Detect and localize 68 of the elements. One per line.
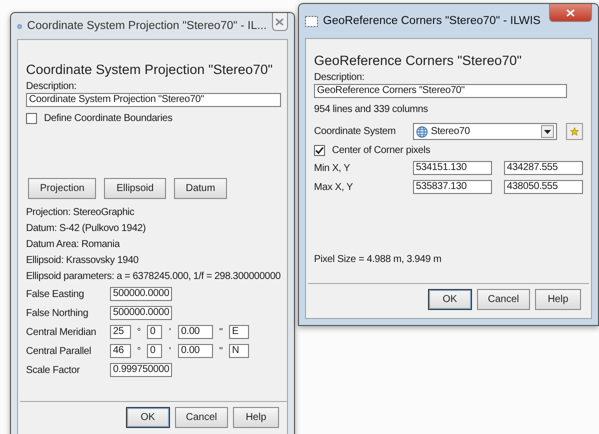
field-label: Description: xyxy=(314,72,366,83)
number-field[interactable]: 0.00 xyxy=(178,344,213,358)
ok-button[interactable]: OK xyxy=(126,407,170,428)
coordinate-field[interactable]: 438050.555 xyxy=(504,180,583,194)
window-title: Coordinate System Projection "Stereo70" - IL... xyxy=(27,20,267,32)
checkbox[interactable] xyxy=(314,145,325,156)
dropdown-button[interactable] xyxy=(541,125,554,138)
field-label: Central Meridian xyxy=(26,326,98,338)
projection-button[interactable]: Projection xyxy=(28,178,96,199)
caret-icon xyxy=(544,130,552,134)
coordinate-system-dropdown[interactable]: Stereo70 xyxy=(412,123,558,140)
checkbox-label: Center of Corner pixels xyxy=(332,145,430,156)
number-field[interactable]: 0 xyxy=(147,325,162,339)
close-button[interactable] xyxy=(272,13,288,31)
ok-button[interactable]: OK xyxy=(428,289,472,310)
field-label: Max X, Y xyxy=(314,182,354,192)
ellipsoid-button[interactable]: Ellipsoid xyxy=(104,178,166,199)
info-text: 954 lines and 339 columns xyxy=(314,104,429,115)
number-field[interactable]: 0 xyxy=(147,344,162,358)
field-label: Min X, Y xyxy=(314,162,352,174)
close-button[interactable] xyxy=(549,4,592,22)
info-text: Projection: StereoGraphic xyxy=(26,207,136,218)
unit-symbol: " xyxy=(218,346,224,356)
number-field[interactable]: 500000.0000 xyxy=(110,287,172,301)
number-field[interactable]: 500000.0000 xyxy=(110,306,172,320)
description-field[interactable]: GeoReference Corners "Stereo70" xyxy=(314,84,567,98)
close-icon xyxy=(275,18,284,26)
info-text: Ellipsoid parameters: a = 6378245.000, 1/f = 298.300000000 xyxy=(26,271,281,282)
checkbox-label: Define Coordinate Boundaries xyxy=(44,113,172,124)
info-text: Datum: S-42 (Pulkovo 1942) xyxy=(26,223,147,234)
field-label: Central Parallel xyxy=(26,346,92,356)
unit-symbol: ° xyxy=(136,346,142,356)
help-button[interactable]: Help xyxy=(233,407,279,428)
unit-symbol: ' xyxy=(168,326,172,338)
number-field[interactable]: 46 xyxy=(110,344,131,358)
coordinate-field[interactable]: 534151.130 xyxy=(412,161,492,175)
number-field[interactable]: N xyxy=(229,344,249,358)
unit-symbol: ° xyxy=(136,326,142,338)
dialog-heading: Coordinate System Projection "Stereo70" xyxy=(26,62,274,77)
window-icon xyxy=(305,16,318,26)
window-title: GeoReference Corners "Stereo70" - ILWIS xyxy=(323,15,542,27)
info-text: Pixel Size = 4.988 m, 3.949 m xyxy=(314,254,442,265)
datum-button[interactable]: Datum xyxy=(174,178,228,199)
unit-symbol: ' xyxy=(168,346,172,356)
close-icon xyxy=(566,8,575,16)
field-label: Scale Factor xyxy=(26,364,81,376)
field-label: False Easting xyxy=(26,288,85,300)
coordinate-field[interactable]: 434287.555 xyxy=(504,161,583,175)
unit-symbol: " xyxy=(218,326,224,338)
create-button[interactable] xyxy=(566,123,584,140)
star-icon xyxy=(570,127,580,136)
info-text: Ellipsoid: Krassovsky 1940 xyxy=(26,255,140,266)
field-label: Description: xyxy=(26,81,78,92)
coordinate-field[interactable]: 535837.130 xyxy=(412,180,492,194)
checkbox[interactable] xyxy=(26,113,37,124)
cancel-button[interactable]: Cancel xyxy=(476,289,530,310)
globe-icon xyxy=(416,126,428,138)
number-field[interactable]: 0.999750000 xyxy=(110,363,172,377)
field-label: False Northing xyxy=(26,308,90,318)
cancel-button[interactable]: Cancel xyxy=(174,407,228,428)
number-field[interactable]: E xyxy=(229,325,249,339)
number-field[interactable]: 25 xyxy=(110,325,131,339)
description-field[interactable]: Coordinate System Projection "Stereo70" xyxy=(26,93,281,107)
number-field[interactable]: 0.00 xyxy=(178,325,213,339)
field-label: Coordinate System xyxy=(314,126,397,137)
dialog-heading: GeoReference Corners "Stereo70" xyxy=(314,53,523,68)
info-text: Datum Area: Romania xyxy=(26,239,121,250)
help-button[interactable]: Help xyxy=(535,289,581,310)
